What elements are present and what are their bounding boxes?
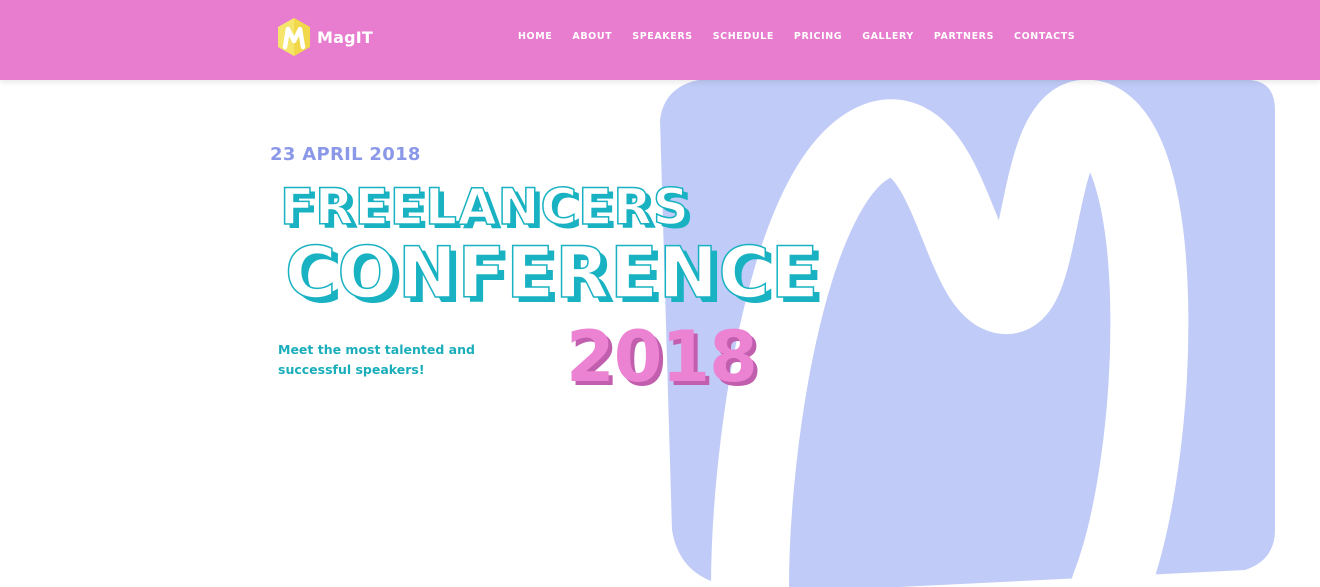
- nav-about[interactable]: ABOUT: [572, 27, 612, 47]
- nav-speakers[interactable]: SPEAKERS: [632, 27, 692, 47]
- nav-contacts[interactable]: CONTACTS: [1014, 27, 1075, 47]
- nav-schedule[interactable]: SCHEDULE: [713, 27, 774, 47]
- nav-partners[interactable]: PARTNERS: [934, 27, 994, 47]
- logo[interactable]: MagIT: [276, 17, 373, 57]
- magit-hexagon-m-icon: [278, 18, 310, 56]
- nav-gallery[interactable]: GALLERY: [862, 27, 914, 47]
- logo-text: MagIT: [317, 27, 374, 47]
- hero-title-line2: CONFERENCE: [284, 231, 820, 315]
- hero-tagline: Meet the most talented and successful sp…: [278, 342, 475, 377]
- event-date: 23 APRIL 2018: [270, 144, 421, 165]
- site-header: MagIT HOME ABOUT SPEAKERS SCHEDULE PRICI…: [0, 0, 1320, 80]
- hero-title-line1: FREELANCERS: [279, 177, 690, 237]
- main-nav: HOME ABOUT SPEAKERS SCHEDULE PRICING GAL…: [518, 27, 1075, 47]
- nav-pricing[interactable]: PRICING: [794, 27, 842, 47]
- nav-home[interactable]: HOME: [518, 27, 552, 47]
- hero-year: 2018: [566, 316, 758, 398]
